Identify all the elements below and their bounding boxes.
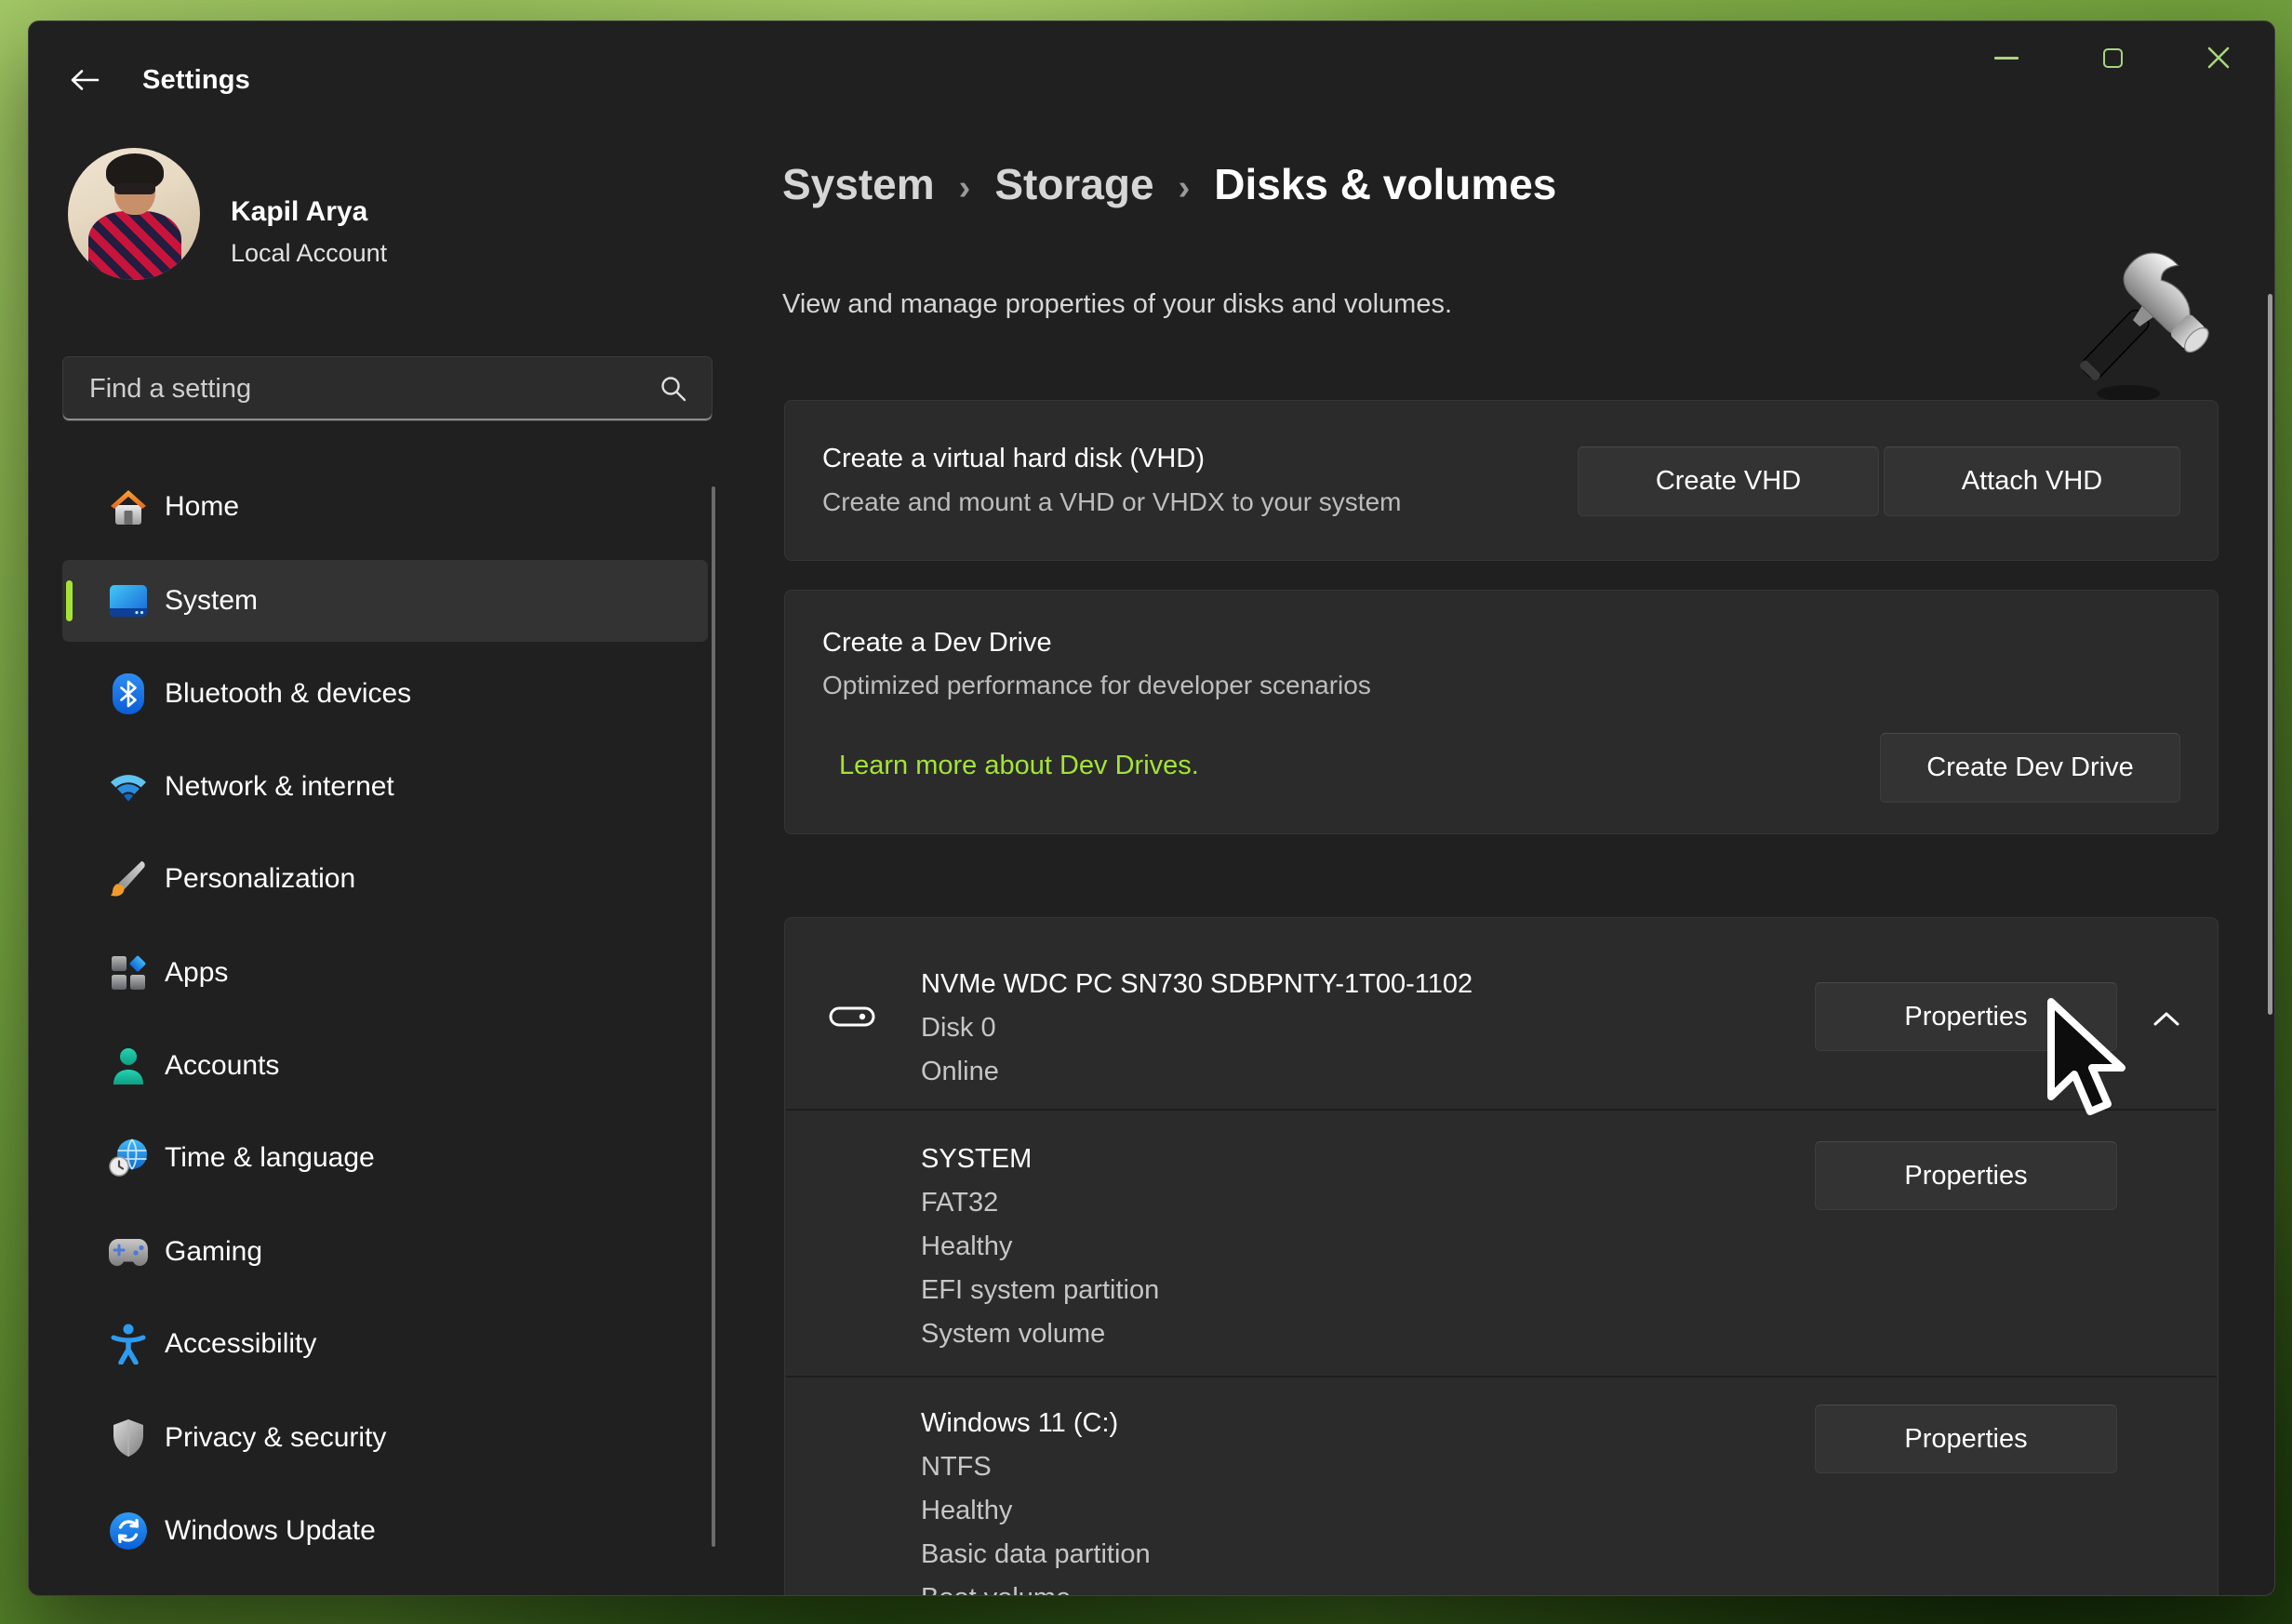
breadcrumb-separator: › bbox=[959, 168, 971, 208]
sidebar-item-label: System bbox=[165, 585, 258, 617]
breadcrumb-system[interactable]: System bbox=[782, 159, 935, 209]
volume-filesystem: NTFS bbox=[921, 1452, 992, 1483]
volume-filesystem: FAT32 bbox=[921, 1188, 998, 1218]
sidebar-item-privacy[interactable]: Privacy & security bbox=[62, 1397, 708, 1479]
row-divider bbox=[786, 1109, 2217, 1111]
volume-name: Windows 11 (C:) bbox=[921, 1408, 1118, 1439]
accounts-icon bbox=[105, 1043, 152, 1089]
close-icon bbox=[2207, 47, 2230, 69]
sidebar-item-label: Windows Update bbox=[165, 1515, 376, 1547]
breadcrumb-storage[interactable]: Storage bbox=[994, 159, 1153, 209]
disk-number: Disk 0 bbox=[921, 1013, 996, 1044]
minimize-icon bbox=[1994, 57, 2019, 60]
accessibility-icon bbox=[105, 1321, 152, 1367]
dev-drive-learn-more-link[interactable]: Learn more about Dev Drives. bbox=[839, 751, 1199, 781]
search-box[interactable] bbox=[62, 356, 713, 421]
sidebar-item-label: Accessibility bbox=[165, 1328, 316, 1360]
maximize-icon bbox=[2103, 48, 2123, 68]
search-input[interactable] bbox=[63, 374, 660, 405]
vhd-card-subtitle: Create and mount a VHD or VHDX to your s… bbox=[822, 487, 1401, 517]
sidebar-item-personalization[interactable]: Personalization bbox=[62, 838, 708, 920]
sidebar-item-label: Privacy & security bbox=[165, 1422, 386, 1454]
desktop-wallpaper: Settings Kapil Arya Local Account bbox=[0, 0, 2292, 1624]
personalization-icon bbox=[105, 856, 152, 902]
dev-drive-card: Create a Dev Drive Optimized performance… bbox=[784, 590, 2219, 834]
privacy-shield-icon bbox=[105, 1415, 152, 1461]
sidebar-item-label: Accounts bbox=[165, 1050, 279, 1082]
disk-properties-button[interactable]: Properties bbox=[1815, 982, 2117, 1051]
attach-vhd-button[interactable]: Attach VHD bbox=[1884, 446, 2180, 516]
minimize-button[interactable] bbox=[1976, 36, 2037, 79]
back-arrow-icon bbox=[69, 68, 100, 92]
volume-role: Boot volume bbox=[921, 1583, 1071, 1596]
sidebar-item-bluetooth[interactable]: Bluetooth & devices bbox=[62, 653, 708, 735]
disk-drive-icon bbox=[829, 1006, 875, 1027]
sidebar-item-label: Bluetooth & devices bbox=[165, 678, 411, 710]
sidebar-item-time-language[interactable]: Time & language bbox=[62, 1117, 708, 1199]
sidebar-item-gaming[interactable]: Gaming bbox=[62, 1211, 708, 1293]
sidebar-item-label: Home bbox=[165, 491, 239, 523]
app-title: Settings bbox=[142, 65, 250, 96]
volume-name: SYSTEM bbox=[921, 1144, 1032, 1175]
sidebar-scrollbar[interactable] bbox=[712, 486, 715, 1547]
row-divider bbox=[786, 1376, 2217, 1378]
volume-role: System volume bbox=[921, 1319, 1105, 1350]
disk-name: NVMe WDC PC SN730 SDBPNTY-1T00-1102 bbox=[921, 969, 1472, 1000]
dev-drive-title: Create a Dev Drive bbox=[822, 628, 1052, 659]
home-icon bbox=[105, 484, 152, 530]
sidebar-item-home[interactable]: Home bbox=[62, 466, 708, 548]
system-properties-button[interactable]: Properties bbox=[1815, 1141, 2117, 1210]
settings-window: Settings Kapil Arya Local Account bbox=[28, 20, 2275, 1596]
collapse-chevron[interactable] bbox=[2151, 1008, 2182, 1029]
sidebar-item-label: Network & internet bbox=[165, 771, 394, 803]
avatar[interactable] bbox=[68, 148, 200, 280]
selection-accent-pill bbox=[66, 580, 73, 621]
bluetooth-icon bbox=[105, 671, 152, 717]
vhd-card-title: Create a virtual hard disk (VHD) bbox=[822, 444, 1205, 474]
time-language-icon bbox=[105, 1135, 152, 1181]
sidebar-item-apps[interactable]: Apps bbox=[62, 932, 708, 1014]
windows-update-icon bbox=[105, 1508, 152, 1554]
user-name: Kapil Arya bbox=[231, 196, 367, 228]
network-icon bbox=[105, 764, 152, 810]
vhd-card: Create a virtual hard disk (VHD) Create … bbox=[784, 400, 2219, 561]
breadcrumb: System › Storage › Disks & volumes bbox=[782, 159, 1556, 209]
gaming-icon bbox=[105, 1229, 152, 1275]
system-icon bbox=[105, 578, 152, 624]
sidebar-item-network[interactable]: Network & internet bbox=[62, 746, 708, 828]
windows-properties-button[interactable]: Properties bbox=[1815, 1404, 2117, 1473]
sidebar-item-accessibility[interactable]: Accessibility bbox=[62, 1303, 708, 1385]
sidebar-item-label: Personalization bbox=[165, 863, 355, 895]
sidebar-item-label: Time & language bbox=[165, 1142, 375, 1174]
volume-partition-type: Basic data partition bbox=[921, 1539, 1151, 1570]
search-icon[interactable] bbox=[660, 375, 687, 403]
main-scrollbar[interactable] bbox=[2268, 294, 2272, 1015]
sidebar-item-label: Apps bbox=[165, 957, 228, 989]
volume-partition-type: EFI system partition bbox=[921, 1275, 1159, 1306]
sidebar-item-label: Gaming bbox=[165, 1236, 262, 1268]
maximize-button[interactable] bbox=[2082, 36, 2143, 79]
dev-drive-subtitle: Optimized performance for developer scen… bbox=[822, 671, 1371, 700]
create-vhd-button[interactable]: Create VHD bbox=[1578, 446, 1879, 516]
volume-health: Healthy bbox=[921, 1496, 1012, 1526]
close-button[interactable] bbox=[2188, 36, 2249, 79]
breadcrumb-separator: › bbox=[1179, 168, 1191, 208]
page-title: Disks & volumes bbox=[1214, 159, 1556, 209]
create-dev-drive-button[interactable]: Create Dev Drive bbox=[1880, 733, 2180, 803]
user-account-type: Local Account bbox=[231, 239, 387, 268]
chevron-up-icon bbox=[2152, 1011, 2180, 1027]
page-description: View and manage properties of your disks… bbox=[782, 289, 1452, 320]
sidebar-item-accounts[interactable]: Accounts bbox=[62, 1025, 708, 1107]
back-button[interactable] bbox=[62, 58, 107, 102]
disk-status: Online bbox=[921, 1057, 999, 1087]
hammer-icon bbox=[2071, 252, 2233, 410]
sidebar-item-system[interactable]: System bbox=[62, 560, 708, 642]
disk-list: NVMe WDC PC SN730 SDBPNTY-1T00-1102 Disk… bbox=[784, 917, 2219, 1596]
volume-health: Healthy bbox=[921, 1231, 1012, 1262]
apps-icon bbox=[105, 950, 152, 996]
sidebar-item-windows-update[interactable]: Windows Update bbox=[62, 1490, 708, 1572]
